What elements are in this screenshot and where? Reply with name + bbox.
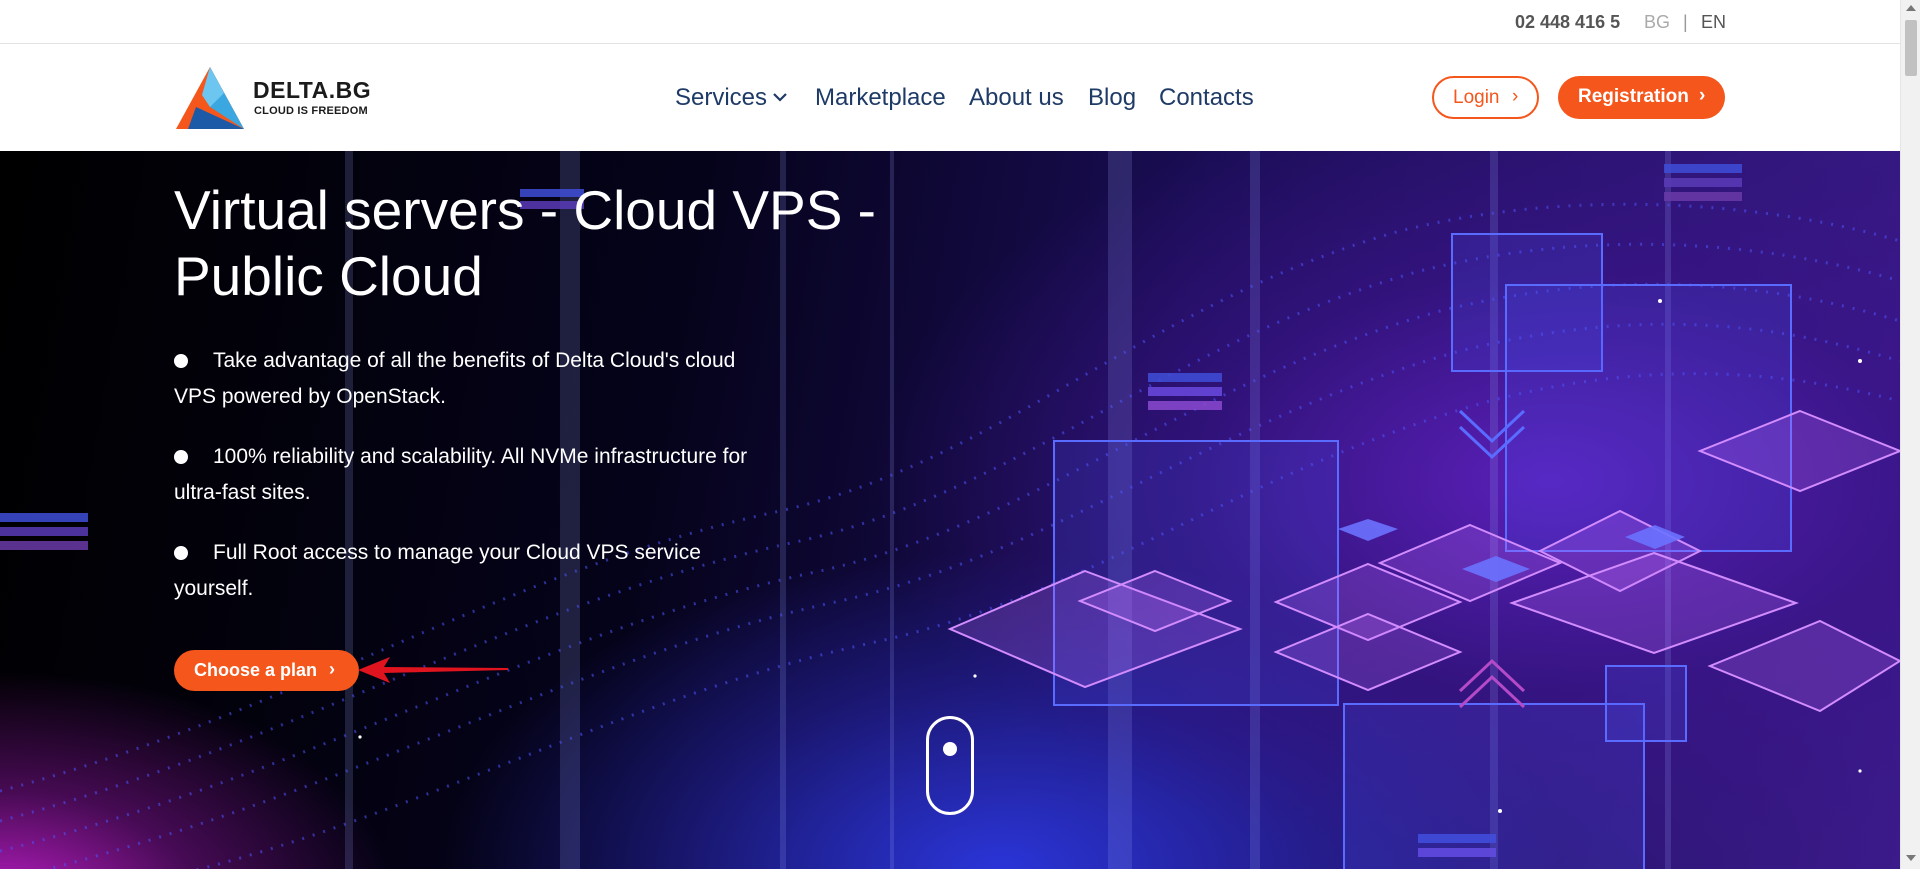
login-label: Login xyxy=(1453,87,1500,108)
scroll-up-arrow-icon[interactable] xyxy=(1906,5,1916,11)
registration-label: Registration xyxy=(1578,86,1689,107)
bullet-dot-icon xyxy=(174,354,188,368)
logo-tagline: CLOUD IS FREEDOM xyxy=(254,105,368,117)
chevron-right-icon: › xyxy=(1699,85,1706,106)
nav-contacts[interactable]: Contacts xyxy=(1159,84,1254,112)
hero-banner: Virtual servers - Cloud VPS - Public Clo… xyxy=(0,151,1900,869)
registration-button[interactable]: Registration › xyxy=(1558,76,1725,119)
chevron-right-icon: › xyxy=(1512,86,1519,107)
chevron-down-icon[interactable] xyxy=(773,92,787,102)
phone-number[interactable]: 02 448 416 5 xyxy=(1515,12,1620,33)
logo-name: DELTA.BG xyxy=(253,77,372,103)
site-header: DELTA.BG CLOUD IS FREEDOM Services Marke… xyxy=(0,44,1900,151)
delta-logo-icon xyxy=(176,67,244,129)
language-bg-link[interactable]: BG xyxy=(1644,12,1670,33)
page-title: Virtual servers - Cloud VPS - Public Clo… xyxy=(174,179,877,307)
feature-list: Take advantage of all the benefits of De… xyxy=(174,343,754,631)
language-en-link[interactable]: EN xyxy=(1701,12,1726,33)
top-bar: 02 448 416 5 BG | EN xyxy=(0,0,1900,44)
nav-services[interactable]: Services xyxy=(675,84,767,112)
feature-item: Take advantage of all the benefits of De… xyxy=(174,343,754,415)
language-separator: | xyxy=(1683,12,1688,32)
logo[interactable]: DELTA.BG CLOUD IS FREEDOM xyxy=(174,65,374,129)
bullet-dot-icon xyxy=(174,450,188,464)
bullet-dot-icon xyxy=(174,546,188,560)
choose-plan-label: Choose a plan xyxy=(194,660,318,680)
nav-blog[interactable]: Blog xyxy=(1088,84,1136,112)
scroll-down-indicator[interactable] xyxy=(926,716,974,815)
feature-text: 100% reliability and scalability. All NV… xyxy=(174,445,748,504)
feature-item: Full Root access to manage your Cloud VP… xyxy=(174,535,754,607)
page-scrollbar[interactable] xyxy=(1900,0,1920,869)
feature-text: Full Root access to manage your Cloud VP… xyxy=(174,541,701,600)
feature-item: 100% reliability and scalability. All NV… xyxy=(174,439,754,511)
scrollbar-thumb[interactable] xyxy=(1905,20,1917,76)
annotation-arrow-icon xyxy=(358,657,508,683)
scroll-down-arrow-icon[interactable] xyxy=(1906,855,1916,861)
feature-text: Take advantage of all the benefits of De… xyxy=(174,349,736,408)
nav-about-us[interactable]: About us xyxy=(969,84,1064,112)
nav-marketplace[interactable]: Marketplace xyxy=(815,84,946,112)
choose-plan-button[interactable]: Choose a plan › xyxy=(174,650,359,691)
scroll-dot-icon xyxy=(943,742,957,756)
login-button[interactable]: Login › xyxy=(1432,76,1539,119)
chevron-right-icon: › xyxy=(329,659,335,679)
